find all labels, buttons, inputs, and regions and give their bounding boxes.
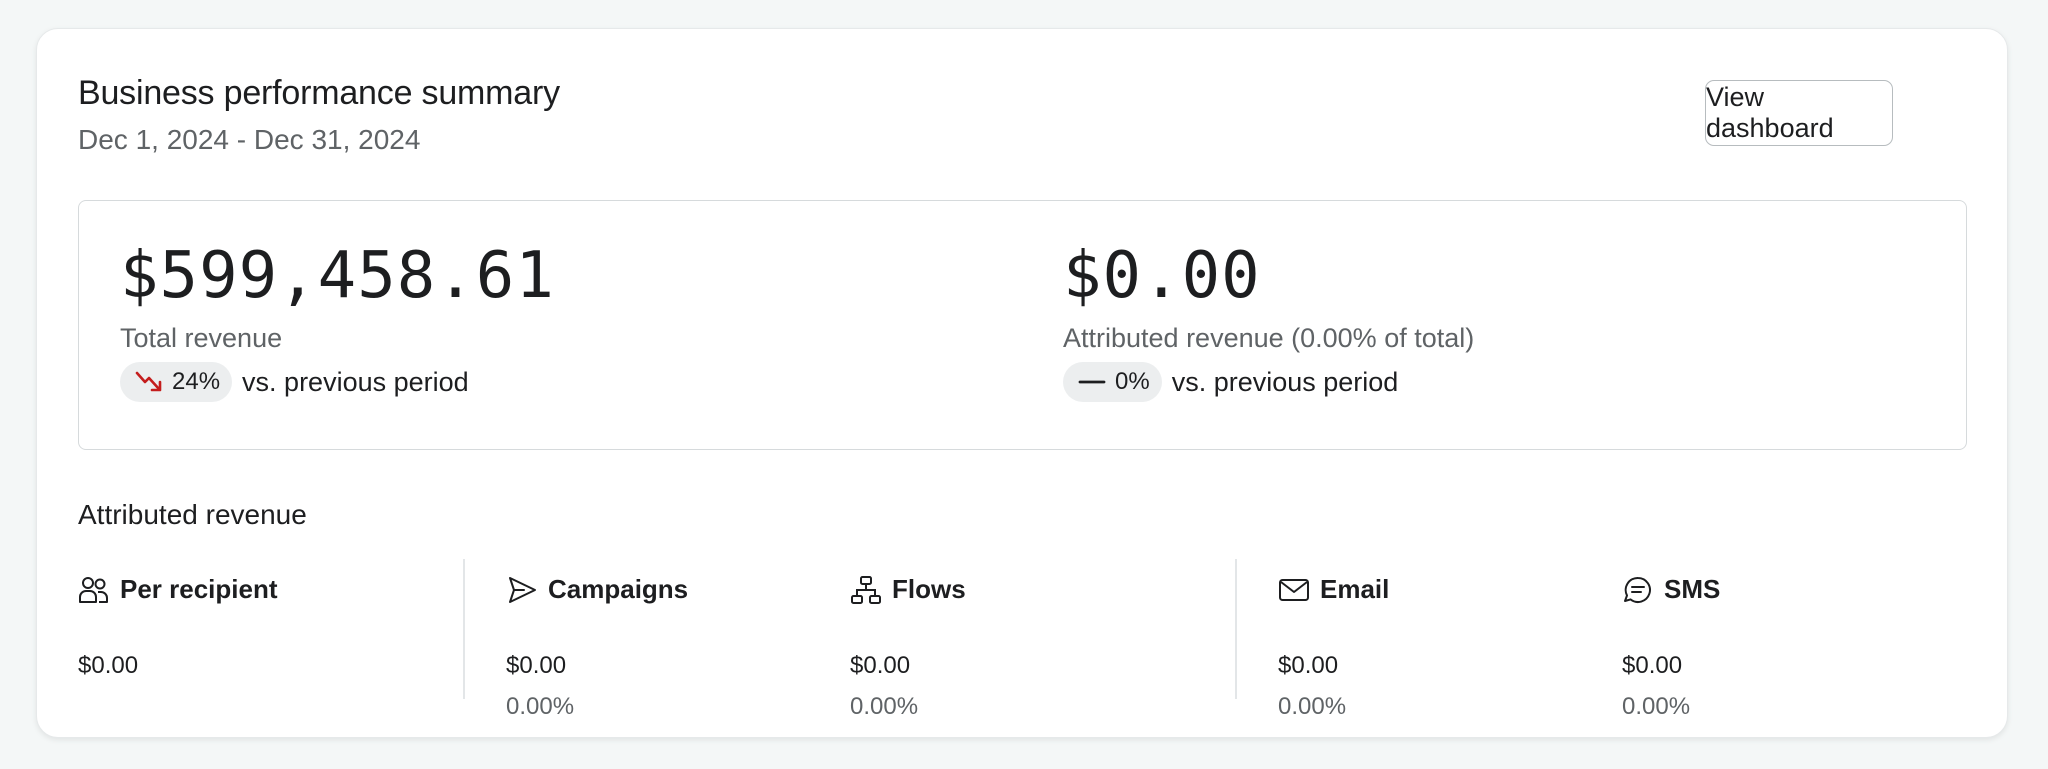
metric-per-recipient: Per recipient $0.00 <box>78 574 278 679</box>
metric-sms: SMS $0.00 0.00% <box>1622 574 1721 720</box>
metric-percent: 0.00% <box>1622 693 1691 720</box>
users-icon <box>78 575 110 605</box>
total-revenue-change: 24% vs. previous period <box>120 362 555 402</box>
metric-percent: 0.00% <box>850 693 919 720</box>
change-value: 0% <box>1115 368 1150 395</box>
view-dashboard-button[interactable]: View dashboard <box>1705 80 1893 146</box>
metric-label: SMS <box>1664 574 1721 604</box>
column-divider <box>1235 559 1237 699</box>
metric-percent: 0.00% <box>1278 693 1347 720</box>
change-badge: 24% <box>120 362 233 402</box>
metric-value: $0.00 <box>1278 652 1339 679</box>
metric-label: Email <box>1320 574 1390 604</box>
attributed-revenue-kpi: $0.00 Attributed revenue (0.00% of total… <box>1063 241 1474 402</box>
metric-label: Flows <box>892 574 966 604</box>
metric-label: Per recipient <box>120 574 278 604</box>
metric-email: Email $0.00 0.00% <box>1278 574 1390 720</box>
comparison-text: vs. previous period <box>1171 366 1399 397</box>
revenue-summary-box: $599,458.61 Total revenue 24% vs. previo… <box>78 200 1967 450</box>
column-divider <box>463 559 465 699</box>
change-value: 24% <box>172 368 221 395</box>
metric-value: $0.00 <box>506 652 567 679</box>
flow-icon <box>850 575 882 605</box>
comparison-text: vs. previous period <box>242 366 469 397</box>
metric-value: $0.00 <box>78 652 139 679</box>
attributed-revenue-value: $0.00 <box>1063 239 1261 313</box>
metric-campaigns: Campaigns $0.00 0.00% <box>506 574 689 720</box>
card-title: Business performance summary <box>78 74 560 112</box>
metric-value: $0.00 <box>850 652 911 679</box>
attributed-revenue-heading: Attributed revenue <box>78 499 307 530</box>
change-badge: 0% <box>1063 362 1162 402</box>
attributed-revenue-change: 0% vs. previous period <box>1063 362 1474 402</box>
attributed-revenue-label: Attributed revenue (0.00% of total) <box>1063 323 1475 353</box>
trend-down-icon <box>134 369 164 395</box>
metric-percent: 0.00% <box>506 693 575 720</box>
mail-icon <box>1278 575 1310 605</box>
dash-icon <box>1077 369 1107 395</box>
total-revenue-label: Total revenue <box>120 323 283 353</box>
total-revenue-value: $599,458.61 <box>120 239 555 313</box>
send-icon <box>506 575 538 605</box>
message-icon <box>1622 575 1654 605</box>
total-revenue-kpi: $599,458.61 Total revenue 24% vs. previo… <box>120 241 555 402</box>
metric-value: $0.00 <box>1622 652 1683 679</box>
metric-label: Campaigns <box>548 574 689 604</box>
performance-summary-card: Business performance summary Dec 1, 2024… <box>36 28 2008 738</box>
metric-flows: Flows $0.00 0.00% <box>850 574 966 720</box>
date-range: Dec 1, 2024 - Dec 31, 2024 <box>78 124 421 155</box>
